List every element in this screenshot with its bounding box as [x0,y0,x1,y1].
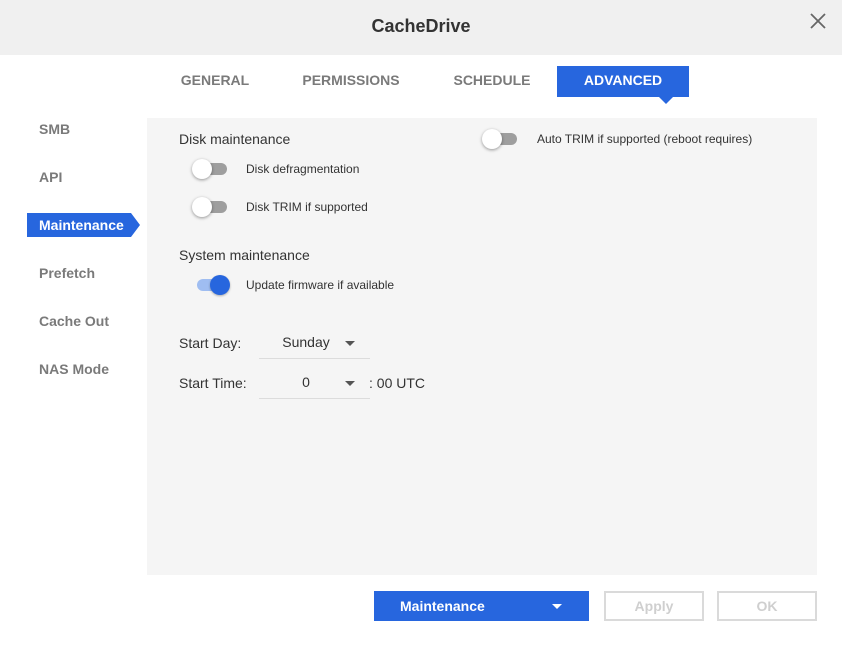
system-maintenance-heading: System maintenance [179,247,310,263]
settings-panel [147,118,817,575]
update-firmware-toggle[interactable] [194,274,230,296]
start-day-value: Sunday [282,334,330,350]
start-time-label: Start Time: [179,375,247,391]
apply-button[interactable]: Apply [604,591,704,621]
update-firmware-label: Update firmware if available [246,278,395,292]
disk-defrag-toggle[interactable] [192,158,228,180]
disk-defrag-label: Disk defragmentation [246,162,360,176]
sidebar-item-cache-out[interactable]: Cache Out [27,309,109,333]
auto-trim-label: Auto TRIM if supported (reboot requires) [537,132,753,146]
tab-permissions[interactable]: PERMISSIONS [295,66,407,97]
chevron-down-icon [345,341,355,346]
disk-trim-label: Disk TRIM if supported [246,200,368,214]
start-time-select[interactable]: 0 [259,368,370,399]
start-time-value: 0 [302,374,310,390]
sidebar-item-api[interactable]: API [27,165,62,189]
maintenance-mode-label: Maintenance [400,598,485,614]
sidebar-item-smb[interactable]: SMB [27,117,70,141]
close-icon[interactable] [808,11,828,31]
tab-bar: GENERAL PERMISSIONS SCHEDULE ADVANCED [0,66,842,104]
start-day-select[interactable]: Sunday [259,328,370,359]
ok-button[interactable]: OK [717,591,817,621]
tab-general[interactable]: GENERAL [172,66,258,97]
maintenance-mode-button[interactable]: Maintenance [374,591,589,621]
disk-maintenance-heading: Disk maintenance [179,131,291,147]
sidebar-item-prefetch[interactable]: Prefetch [27,261,95,285]
tab-schedule[interactable]: SCHEDULE [446,66,538,97]
toggle-knob [192,197,212,217]
toggle-knob [192,159,212,179]
chevron-down-icon [552,604,562,609]
sidebar-item-maintenance[interactable]: Maintenance [27,213,140,237]
tab-advanced[interactable]: ADVANCED [557,66,689,104]
auto-trim-toggle[interactable] [482,128,518,150]
disk-trim-toggle[interactable] [192,196,228,218]
dialog-title: CacheDrive [371,16,471,36]
chevron-down-icon [345,381,355,386]
start-day-label: Start Day: [179,335,242,351]
toggle-knob [210,275,230,295]
sidebar-item-nas-mode[interactable]: NAS Mode [27,357,109,381]
toggle-knob [482,129,502,149]
start-time-suffix: : 00 UTC [369,375,426,391]
dialog-header: CacheDrive [0,0,842,55]
